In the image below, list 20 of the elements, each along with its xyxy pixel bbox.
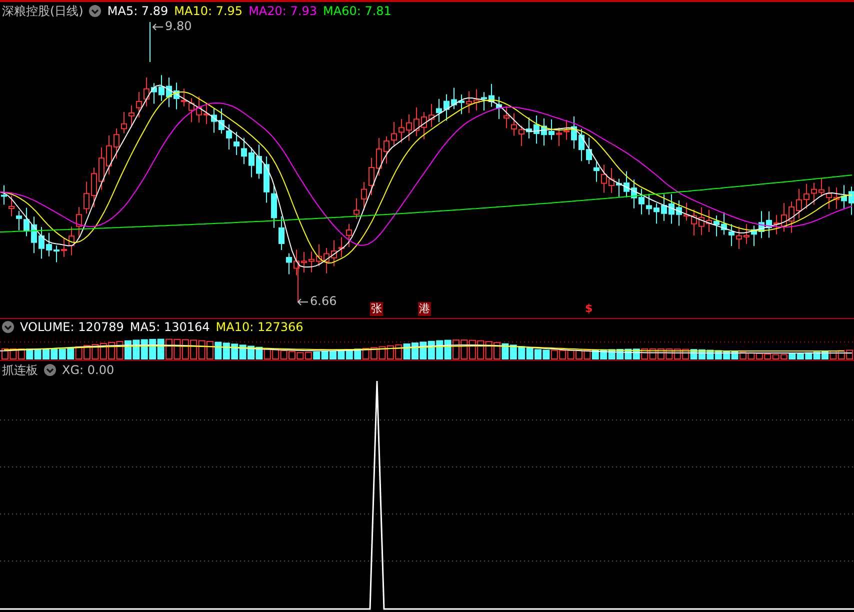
signal-badge: 张 xyxy=(370,302,383,316)
arrow-icon xyxy=(297,298,309,306)
indicator-value: MA10: 7.95 xyxy=(174,4,243,18)
price-label: 6.66 xyxy=(310,294,337,308)
chart-title: 抓连板 xyxy=(2,362,38,378)
indicator-value: MA10: 127366 xyxy=(216,320,304,334)
dropdown-icon[interactable] xyxy=(44,364,56,376)
indicator-value: VOLUME: 120789 xyxy=(20,320,124,334)
chart-title: 深粮控股(日线) xyxy=(2,2,84,20)
dropdown-icon[interactable] xyxy=(2,321,14,333)
indicator-value: MA5: 7.89 xyxy=(107,4,168,18)
arrow-icon xyxy=(152,23,164,31)
dropdown-icon[interactable] xyxy=(89,5,102,17)
indicator-value: MA5: 130164 xyxy=(130,320,210,334)
signal-badge: 港 xyxy=(418,302,431,316)
indicator-value: MA60: 7.81 xyxy=(323,4,392,18)
indicator-value: MA20: 7.93 xyxy=(248,4,317,18)
indicator-value: XG: 0.00 xyxy=(62,363,114,377)
signal-mark: $ xyxy=(584,302,594,316)
price-label: 9.80 xyxy=(165,19,192,33)
